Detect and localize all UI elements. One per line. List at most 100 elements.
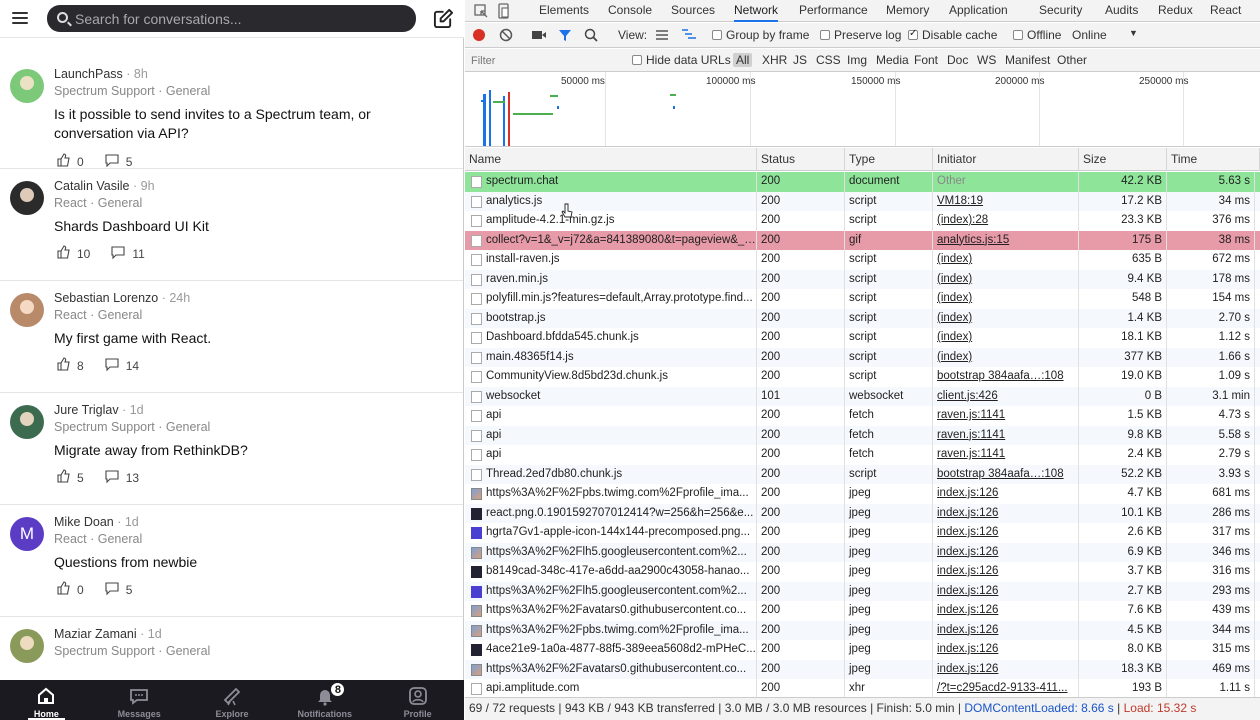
nav-tab-messages[interactable]: Messages bbox=[93, 680, 186, 720]
like-icon[interactable] bbox=[57, 469, 71, 486]
column-header-type[interactable]: Type bbox=[845, 148, 933, 171]
thread-item[interactable]: Maziar Zamani · 1d Spectrum Support · Gen… bbox=[0, 617, 463, 680]
thread-item[interactable]: Catalin Vasile · 9h React · General Shards… bbox=[0, 169, 463, 281]
capture-screenshots-icon[interactable] bbox=[531, 29, 547, 41]
thread-item[interactable]: Jure Triglav · 1d Spectrum Support · Gene… bbox=[0, 393, 463, 505]
nav-tab-profile[interactable]: Profile bbox=[371, 680, 464, 720]
filter-type-ws[interactable]: WS bbox=[977, 53, 996, 67]
request-name-cell[interactable]: amplitude-4.2.1-min.gz.js bbox=[465, 211, 757, 231]
request-name-cell[interactable]: collect?v=1&_v=j72&a=841389080&t=pagevie… bbox=[465, 230, 757, 250]
column-header-initiator[interactable]: Initiator bbox=[933, 148, 1079, 171]
thread-item[interactable]: LaunchPass · 8h Spectrum Support · Genera… bbox=[0, 38, 463, 169]
request-initiator[interactable]: index.js:126 bbox=[933, 581, 1079, 601]
column-header-time[interactable]: Time bbox=[1167, 148, 1260, 171]
devtools-tab-redux[interactable]: Redux bbox=[1158, 0, 1193, 22]
request-name-cell[interactable]: bootstrap.js bbox=[465, 308, 757, 328]
request-row[interactable]: https%3A%2F%2Favatars0.githubusercontent… bbox=[465, 601, 1260, 621]
request-row[interactable]: hgrta7Gv1-apple-icon-144x144-precomposed… bbox=[465, 523, 1260, 543]
request-name-cell[interactable]: CommunityView.8d5bd23d.chunk.js bbox=[465, 367, 757, 387]
author-name[interactable]: Maziar Zamani bbox=[54, 627, 137, 641]
request-row[interactable]: amplitude-4.2.1-min.gz.js 200 script (index… bbox=[465, 211, 1260, 231]
request-name-cell[interactable]: install-raven.js bbox=[465, 250, 757, 270]
request-initiator[interactable]: index.js:126 bbox=[933, 601, 1079, 621]
request-row[interactable]: websocket 101 websocket client.js:426 0 B 3.1… bbox=[465, 386, 1260, 406]
author-name[interactable]: LaunchPass bbox=[54, 67, 123, 81]
author-name[interactable]: Catalin Vasile bbox=[54, 179, 130, 193]
request-row[interactable]: 4ace21e9-1a0a-4877-88f5-389eea5608d2-mPH… bbox=[465, 640, 1260, 660]
request-initiator[interactable]: index.js:126 bbox=[933, 659, 1079, 679]
request-name-cell[interactable]: https%3A%2F%2Fpbs.twimg.com%2Fprofile_im… bbox=[465, 620, 757, 640]
thread-title[interactable]: Migrate away from RethinkDB? bbox=[54, 441, 434, 460]
nav-tab-explore[interactable]: Explore bbox=[186, 680, 279, 720]
request-initiator[interactable]: (index) bbox=[933, 347, 1079, 367]
devtools-tab-performance[interactable]: Performance bbox=[799, 0, 868, 22]
clear-icon[interactable] bbox=[499, 28, 513, 42]
filter-type-media[interactable]: Media bbox=[876, 53, 909, 67]
request-name-cell[interactable]: https%3A%2F%2Favatars0.githubusercontent… bbox=[465, 659, 757, 679]
filter-type-xhr[interactable]: XHR bbox=[762, 53, 787, 67]
filter-type-font[interactable]: Font bbox=[914, 53, 938, 67]
request-name-cell[interactable]: 4ace21e9-1a0a-4877-88f5-389eea5608d2-mPH… bbox=[465, 640, 757, 660]
avatar[interactable] bbox=[10, 293, 44, 327]
filter-type-other[interactable]: Other bbox=[1057, 53, 1087, 67]
request-name-cell[interactable]: api bbox=[465, 406, 757, 426]
request-initiator[interactable]: (index):28 bbox=[933, 211, 1079, 231]
request-row[interactable]: api 200 fetch raven.js:1141 2.4 KB 2.79 s bbox=[465, 445, 1260, 465]
request-row[interactable]: https%3A%2F%2Fpbs.twimg.com%2Fprofile_im… bbox=[465, 484, 1260, 504]
request-row[interactable]: api.amplitude.com 200 xhr/?t=c295acd2-9133… bbox=[465, 679, 1260, 697]
filter-type-all[interactable]: All bbox=[733, 53, 753, 67]
request-initiator[interactable]: bootstrap 384aafa…:108 bbox=[933, 464, 1079, 484]
request-name-cell[interactable]: api bbox=[465, 445, 757, 465]
channel-name[interactable]: React · General bbox=[54, 532, 142, 546]
request-row[interactable]: raven.min.js 200 script (index) 9.4 KB 178 ms bbox=[465, 269, 1260, 289]
thread-title[interactable]: Shards Dashboard UI Kit bbox=[54, 217, 434, 236]
request-initiator[interactable]: client.js:426 bbox=[933, 386, 1079, 406]
filter-type-js[interactable]: JS bbox=[793, 53, 807, 67]
request-name-cell[interactable]: polyfill.min.js?features=default,Array.p… bbox=[465, 289, 757, 309]
disable-cache-checkbox[interactable]: Disable cache bbox=[908, 28, 997, 42]
search-icon[interactable] bbox=[584, 28, 598, 42]
comment-icon[interactable] bbox=[104, 357, 120, 374]
comment-icon[interactable] bbox=[104, 469, 120, 486]
like-icon[interactable] bbox=[57, 357, 71, 374]
request-initiator[interactable]: index.js:126 bbox=[933, 640, 1079, 660]
request-name-cell[interactable]: api.amplitude.com bbox=[465, 679, 757, 697]
like-icon[interactable] bbox=[57, 581, 71, 598]
request-row[interactable]: Dashboard.bfdda545.chunk.js 200 script (ind… bbox=[465, 328, 1260, 348]
request-initiator[interactable]: raven.js:1141 bbox=[933, 406, 1079, 426]
request-initiator[interactable]: raven.js:1141 bbox=[933, 425, 1079, 445]
request-initiator[interactable]: (index) bbox=[933, 250, 1079, 270]
thread-title[interactable]: My first game with React. bbox=[54, 329, 434, 348]
request-row[interactable]: CommunityView.8d5bd23d.chunk.js 200 script… bbox=[465, 367, 1260, 387]
hamburger-menu-icon[interactable] bbox=[12, 10, 28, 26]
request-initiator[interactable]: (index) bbox=[933, 328, 1079, 348]
filter-input[interactable] bbox=[469, 52, 629, 69]
request-initiator[interactable]: index.js:126 bbox=[933, 523, 1079, 543]
request-initiator[interactable]: index.js:126 bbox=[933, 484, 1079, 504]
devtools-tab-elements[interactable]: Elements bbox=[539, 0, 589, 22]
filter-type-css[interactable]: CSS bbox=[816, 53, 841, 67]
request-row[interactable]: bootstrap.js 200 script (index) 1.4 KB 2.70 s bbox=[465, 308, 1260, 328]
request-row[interactable]: collect?v=1&_v=j72&a=841389080&t=pagevie… bbox=[465, 230, 1260, 250]
preserve-log-checkbox[interactable]: Preserve log bbox=[820, 28, 901, 42]
request-row[interactable]: react.png.0.1901592707012414?w=256&h=256… bbox=[465, 503, 1260, 523]
request-row[interactable]: polyfill.min.js?features=default,Array.p… bbox=[465, 289, 1260, 309]
column-header-status[interactable]: Status bbox=[757, 148, 845, 171]
filter-icon[interactable] bbox=[558, 28, 572, 42]
devtools-tab-memory[interactable]: Memory bbox=[886, 0, 929, 22]
author-name[interactable]: Jure Triglav bbox=[54, 403, 119, 417]
request-name-cell[interactable]: https%3A%2F%2Flh5.googleusercontent.com%… bbox=[465, 581, 757, 601]
request-name-cell[interactable]: main.48365f14.js bbox=[465, 347, 757, 367]
request-name-cell[interactable]: analytics.js bbox=[465, 191, 757, 211]
request-row[interactable]: analytics.js 200 script VM18:19 17.2 KB 34 ms bbox=[465, 191, 1260, 211]
devtools-tab-audits[interactable]: Audits bbox=[1105, 0, 1138, 22]
request-initiator[interactable]: bootstrap 384aafa…:108 bbox=[933, 367, 1079, 387]
comment-icon[interactable] bbox=[110, 245, 126, 262]
request-name-cell[interactable]: https%3A%2F%2Flh5.googleusercontent.com%… bbox=[465, 542, 757, 562]
devtools-tab-console[interactable]: Console bbox=[608, 0, 652, 22]
nav-tab-notifications[interactable]: Notifications 8 bbox=[278, 680, 371, 720]
column-header-size[interactable]: Size bbox=[1079, 148, 1167, 171]
request-initiator[interactable]: index.js:126 bbox=[933, 562, 1079, 582]
request-row[interactable]: api 200 fetch raven.js:1141 1.5 KB 4.73 s bbox=[465, 406, 1260, 426]
devtools-tab-network[interactable]: Network bbox=[734, 0, 779, 22]
